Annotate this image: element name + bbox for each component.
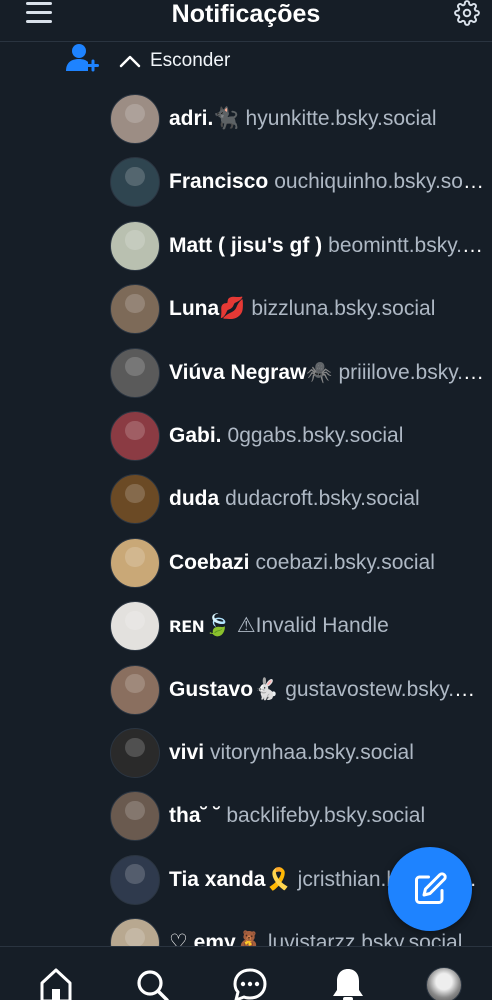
nav-notifications[interactable]: [328, 967, 368, 1000]
user-handle: gustavostew.bsky.social: [285, 677, 485, 701]
user-handle: ⚠Invalid Handle: [236, 614, 389, 638]
display-name: vivi: [169, 741, 205, 764]
user-row[interactable]: ʀᴇɴ🍃 ⚠Invalid Handle: [110, 599, 492, 653]
user-handle: 0ggabs.bsky.social: [227, 424, 404, 447]
user-handle: coebazi.bsky.social: [255, 550, 435, 574]
chat-icon: [233, 968, 267, 1000]
settings-button[interactable]: [454, 0, 480, 26]
avatar[interactable]: [110, 854, 160, 905]
display-name: adri.: [169, 107, 214, 130]
display-name: Luna: [169, 297, 220, 321]
user-handle: ouchiquinho.bsky.social: [274, 170, 485, 194]
user-text: vivi vitorynhaa.bsky.social: [169, 740, 414, 766]
user-text: Francisco ouchiquinho.bsky.social: [169, 169, 485, 195]
avatar[interactable]: [110, 791, 160, 842]
user-handle: beomintt.bsky.social: [328, 233, 485, 257]
display-name: Matt ( jisu's gf ): [169, 233, 323, 257]
name-emoji: 🕷️: [306, 360, 333, 384]
avatar[interactable]: [110, 474, 160, 525]
avatar[interactable]: [110, 411, 160, 461]
user-row[interactable]: Gustavo🐇gustavostew.bsky.social: [110, 663, 492, 717]
user-text: Gustavo🐇gustavostew.bsky.social: [169, 677, 485, 703]
user-handle: dudacroft.bsky.social: [225, 487, 420, 511]
user-text: tha˘ ˘ backlifeby.bsky.social: [169, 803, 425, 829]
display-name: Viúva Negraw: [169, 360, 307, 384]
avatar[interactable]: [110, 284, 160, 335]
compose-button[interactable]: [388, 847, 472, 931]
name-emoji: 🎗️: [265, 867, 292, 891]
avatar[interactable]: [110, 728, 160, 778]
follow-notification-group: Esconder: [0, 38, 492, 82]
user-handle: hyunkitte.bsky.social: [245, 107, 437, 130]
user-handle: priiilove.bsky.social: [338, 360, 486, 384]
compose-pencil-icon: [415, 872, 447, 904]
display-name: ʀᴇɴ: [169, 614, 205, 638]
user-row[interactable]: vivi vitorynhaa.bsky.social: [110, 726, 492, 780]
nav-home[interactable]: [36, 967, 76, 1000]
chevron-up-icon: [119, 55, 141, 68]
top-bar: Notificações: [0, 0, 492, 42]
display-name: Francisco: [169, 170, 269, 194]
user-row[interactable]: Francisco ouchiquinho.bsky.social: [110, 155, 492, 209]
user-text: Viúva Negraw🕷️priiilove.bsky.social: [169, 360, 485, 386]
hide-toggle-label: Esconder: [150, 50, 231, 71]
home-icon: [40, 968, 72, 1000]
user-row[interactable]: Matt ( jisu's gf )beomintt.bsky.social: [110, 219, 492, 273]
profile-avatar: [426, 967, 462, 1000]
name-emoji: 💋: [219, 297, 246, 321]
user-row[interactable]: Gabi. 0ggabs.bsky.social: [110, 409, 492, 463]
user-text: Coebazi coebazi.bsky.social: [169, 550, 435, 576]
user-text: ʀᴇɴ🍃 ⚠Invalid Handle: [169, 613, 389, 639]
avatar[interactable]: [110, 664, 160, 715]
user-text: Luna💋 bizzluna.bsky.social: [169, 296, 435, 322]
user-text: Matt ( jisu's gf )beomintt.bsky.social: [169, 233, 485, 259]
bottom-navigation: [0, 946, 492, 1000]
avatar[interactable]: [110, 537, 160, 588]
name-emoji: 🍃: [204, 614, 231, 638]
avatar[interactable]: [110, 601, 160, 652]
user-text: duda dudacroft.bsky.social: [169, 486, 420, 512]
user-row[interactable]: adri.🐈‍⬛ hyunkitte.bsky.social: [110, 92, 492, 146]
user-row[interactable]: Viúva Negraw🕷️priiilove.bsky.social: [110, 346, 492, 400]
name-emoji: 🐈‍⬛: [213, 107, 240, 130]
display-name: Gabi.: [169, 424, 222, 447]
avatar[interactable]: [110, 157, 160, 208]
user-text: adri.🐈‍⬛ hyunkitte.bsky.social: [169, 106, 437, 132]
search-icon: [137, 970, 169, 1000]
avatar[interactable]: [110, 347, 160, 398]
user-row[interactable]: duda dudacroft.bsky.social: [110, 472, 492, 526]
display-name: Gustavo: [169, 677, 254, 701]
user-text: Gabi. 0ggabs.bsky.social: [169, 423, 403, 449]
nav-search[interactable]: [132, 967, 172, 1000]
display-name: duda: [169, 487, 220, 511]
bell-icon: [333, 969, 363, 1000]
gear-icon: [454, 0, 480, 26]
user-handle: vitorynhaa.bsky.social: [210, 741, 414, 764]
user-handle: bizzluna.bsky.social: [251, 297, 436, 321]
user-row[interactable]: Coebazi coebazi.bsky.social: [110, 536, 492, 590]
nav-chat[interactable]: [230, 967, 270, 1000]
hide-toggle-button[interactable]: Esconder: [118, 48, 230, 74]
avatar[interactable]: [110, 94, 160, 144]
user-handle: backlifeby.bsky.social: [226, 804, 426, 828]
display-name: tha: [169, 804, 201, 828]
name-emoji: 🐇: [253, 677, 280, 701]
nav-profile[interactable]: [424, 967, 464, 1000]
name-emoji: ˘ ˘: [200, 804, 221, 828]
display-name: Coebazi: [169, 550, 250, 574]
user-row[interactable]: tha˘ ˘ backlifeby.bsky.social: [110, 789, 492, 843]
page-title: Notificações: [171, 0, 321, 28]
user-row[interactable]: Luna💋 bizzluna.bsky.social: [110, 282, 492, 336]
avatar[interactable]: [110, 220, 160, 271]
user-plus-icon: [66, 44, 99, 72]
display-name: Tia xanda: [169, 867, 266, 891]
